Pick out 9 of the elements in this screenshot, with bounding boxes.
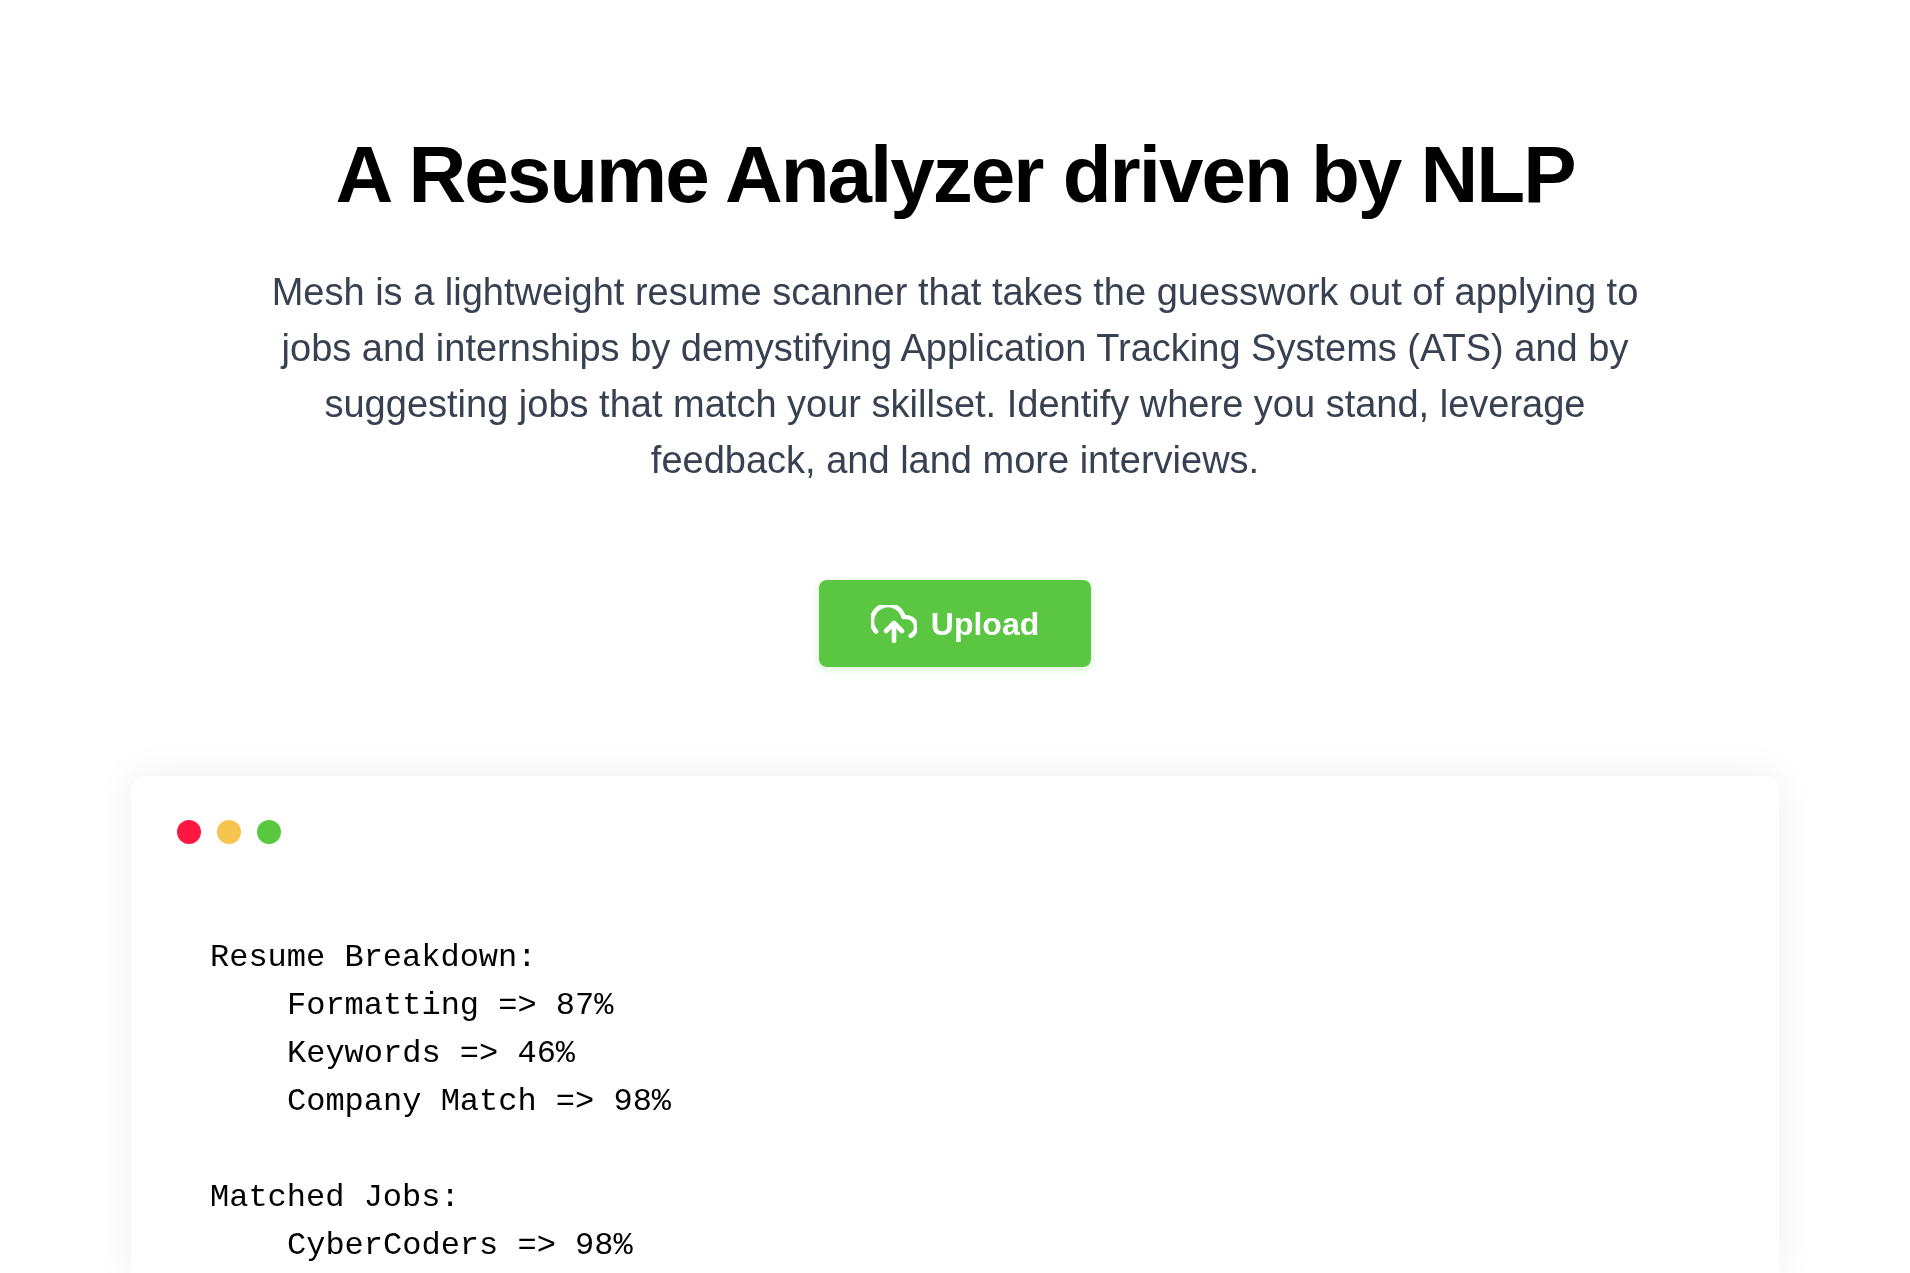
cloud-upload-icon	[870, 604, 917, 643]
code-line: Keywords => 46%	[287, 1034, 576, 1074]
code-line: CyberCoders => 98%	[287, 1226, 633, 1266]
section-title: Resume Breakdown:	[210, 938, 537, 978]
upload-button[interactable]: Upload	[818, 580, 1092, 667]
section-title: Matched Jobs:	[210, 1178, 460, 1218]
description-text: Mesh is a lightweight resume scanner that takes the guesswork out of applying to jobs and internships by demystifying Application Tracking Systems (ATS) and by suggesting jobs that match your skillset. Identify where you stand, leverage feedback, and land more interviews.	[270, 270, 1640, 483]
code-line: Company Match => 98%	[287, 1082, 672, 1122]
code-line: Formatting => 87%	[287, 986, 614, 1026]
